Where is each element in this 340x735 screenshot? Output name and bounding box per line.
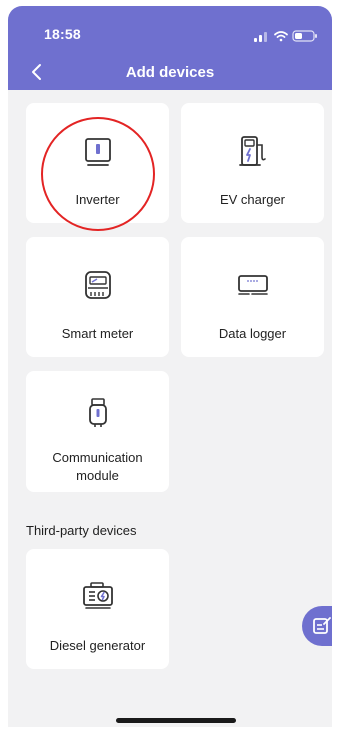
- device-card-ev-charger[interactable]: EV charger: [181, 103, 324, 223]
- status-time: 18:58: [44, 26, 81, 42]
- device-label-diesel-generator: Diesel generator: [49, 638, 146, 653]
- device-card-data-logger[interactable]: Data logger: [181, 237, 324, 357]
- page-title: Add devices: [125, 64, 215, 81]
- app-screen: 18:58 Add devices Inverter EV charger Sm…: [8, 6, 332, 727]
- device-card-inverter[interactable]: Inverter: [26, 103, 169, 223]
- communication-module-icon: [88, 398, 107, 427]
- device-label-communication-module: Communication module: [52, 450, 143, 483]
- diesel-generator-icon: [82, 582, 113, 609]
- wifi-icon: [274, 31, 288, 42]
- device-card-smart-meter[interactable]: Smart meter: [26, 237, 169, 357]
- status-icons: [254, 30, 317, 42]
- inverter-icon: [84, 138, 111, 166]
- device-label-data-logger: Data logger: [218, 326, 287, 341]
- data-logger-icon: [237, 275, 268, 295]
- floating-edit-button[interactable]: [302, 606, 332, 646]
- device-label-inverter: Inverter: [75, 192, 120, 207]
- battery-icon: [292, 30, 317, 42]
- section-title-third-party: Third-party devices: [26, 523, 137, 538]
- device-card-communication-module[interactable]: Communication module: [26, 371, 169, 492]
- device-card-diesel-generator[interactable]: Diesel generator: [26, 549, 169, 669]
- note-edit-icon: [313, 617, 331, 634]
- smart-meter-icon: [84, 271, 111, 299]
- device-label-smart-meter: Smart meter: [61, 326, 134, 341]
- top-bar: 18:58 Add devices: [8, 6, 332, 90]
- ev-charger-icon: [238, 136, 266, 166]
- home-indicator: [116, 718, 236, 723]
- signal-icon: [254, 32, 267, 42]
- device-label-ev-charger: EV charger: [219, 192, 286, 207]
